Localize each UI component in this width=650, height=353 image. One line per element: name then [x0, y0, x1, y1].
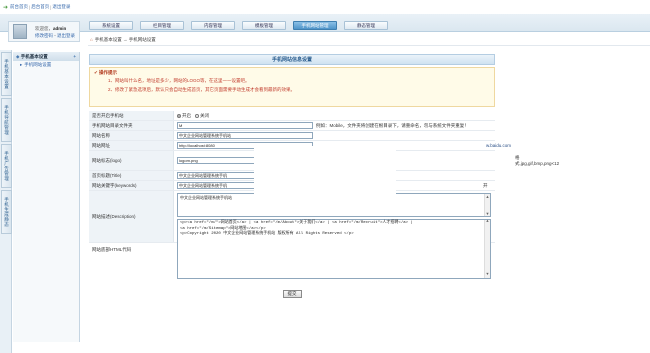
row-folder: 手机网站目录文件夹 M 例如：Mobile，文件夹将创建在根目录下，请重命名，勿…	[89, 121, 495, 131]
admin-home-link[interactable]: 后台首页	[31, 4, 49, 10]
blank-overlay	[254, 146, 396, 202]
submit-button[interactable]: 提交	[282, 290, 302, 298]
row-enable-mobile: 是否开启手机站 开启 关闭	[89, 111, 495, 121]
separator: -	[54, 32, 56, 38]
field-label: 手机网站目录文件夹	[89, 121, 174, 130]
separator: |	[50, 4, 52, 10]
sidebar-item-label: 手机网站设置	[24, 62, 52, 67]
expand-icon[interactable]: +	[73, 54, 76, 59]
welcome-text: 欢迎您，	[35, 25, 53, 31]
user-info: 欢迎您，admin 修改密码 - 退出登录	[35, 25, 75, 39]
notice-line: 2、修改了紧急选项后，默认只会自动生成首页，其它页面需要手动生成才会看到最新的效…	[108, 86, 295, 92]
scrollbar[interactable]: ▲ ▼	[484, 220, 490, 278]
frontend-home-link[interactable]: 前台首页	[10, 4, 28, 10]
bullet-icon: ▸	[20, 62, 23, 67]
notice-title: 操作提示	[99, 70, 118, 75]
main-tabs: 系统设置 栏目管理 内容管理 模板管理 手机网站管理 静态管理	[89, 21, 395, 30]
tab-template-management[interactable]: 模板管理	[242, 21, 286, 30]
field-label: 网站关键字(keywords)	[89, 181, 174, 190]
user-box: 欢迎您，admin 修改密码 - 退出登录	[8, 21, 80, 42]
top-bar: ➜ 前台首页 | 后台首页 | 退出登录	[0, 0, 650, 14]
sidebar-item-mobile-site-settings[interactable]: ▸ 手机网站设置	[13, 61, 79, 69]
submenu-header[interactable]: ◆ 手机基本设置 +	[13, 52, 79, 61]
tab-mobile-site-management[interactable]: 手机网站管理	[293, 21, 337, 30]
diamond-icon: ◆	[16, 53, 20, 59]
submenu-header-label: 手机基本设置	[20, 53, 48, 59]
field-label: 是否开启手机站	[89, 111, 174, 120]
footer-html-textarea[interactable]: <p><a href="/m/">网站首页</a> | <a href="/m/…	[177, 219, 491, 279]
avatar	[13, 24, 27, 39]
left-vertical-nav: 手机基本设置 手机导航管理 手机广告管理 手机生成静态	[0, 50, 12, 353]
keywords-hint: 开	[483, 182, 488, 188]
scroll-down-icon[interactable]: ▼	[486, 211, 490, 217]
change-password-link[interactable]: 修改密码	[35, 33, 53, 38]
footer-code-line: <p>Copyright 2020 中文企业网站管理系统手机站 版权所有 All…	[180, 232, 354, 236]
tab-content-management[interactable]: 内容管理	[191, 21, 235, 30]
logout-link[interactable]: 退出登录	[52, 4, 70, 10]
radio-label: 关闭	[200, 112, 209, 118]
vnav-mobile-ad-management[interactable]: 手机广告管理	[1, 144, 12, 188]
row-site-name: 网站名称 中文企业网站管理系统手机站	[89, 131, 495, 141]
notice-box: ✔ 操作提示 1、网站叫什么名，地址是多少，网站的LOGO等，在这里一一设置吧。…	[89, 67, 495, 107]
sidebar-submenu: ◆ 手机基本设置 + ▸ 手机网站设置	[13, 52, 80, 342]
breadcrumb: ⌂ 手机基本设置 → 手机网站设置	[88, 34, 650, 46]
field-label: 首页标题(Title)	[89, 171, 174, 180]
folder-input[interactable]: M	[177, 122, 313, 129]
breadcrumb-text: 手机基本设置 → 手机网站设置	[94, 36, 156, 42]
logo-hint: 格式.jpg,gif,bmp,png<12	[515, 154, 560, 166]
notice-line: 1、网站叫什么名，地址是多少，网站的LOGO等，在这里一一设置吧。	[108, 78, 250, 83]
field-label: 网站标志(logo)	[89, 151, 174, 170]
vnav-mobile-static-generation[interactable]: 手机生成静态	[1, 190, 12, 234]
submit-area: 提交	[89, 287, 495, 301]
tab-static-management[interactable]: 静态管理	[344, 21, 388, 30]
username: admin	[53, 25, 67, 31]
scroll-up-icon[interactable]: ▲	[486, 220, 488, 226]
vnav-mobile-basic-settings[interactable]: 手机基本设置	[1, 52, 12, 96]
radio-enable-on[interactable]	[177, 113, 181, 118]
row-footer-html: 网站底部HTML代码 <p><a href="/m/">网站首页</a> | <…	[89, 217, 495, 283]
folder-hint: 例如：Mobile，文件夹将创建在根目录下，请重命名，勿与系统文件夹重复！	[316, 122, 469, 128]
form-title: 手机网站信息设置	[89, 54, 495, 65]
field-label: 网站名称	[89, 131, 174, 140]
scroll-down-icon[interactable]: ▼	[486, 273, 488, 279]
field-label: 网站网址	[89, 141, 174, 150]
scroll-up-icon[interactable]: ▲	[486, 194, 490, 200]
site-name-input[interactable]: 中文企业网站管理系统手机站	[177, 132, 313, 139]
vnav-mobile-nav-management[interactable]: 手机导航管理	[1, 98, 12, 142]
tab-column-management[interactable]: 栏目管理	[140, 21, 184, 30]
url-hint: w.baidu.com	[486, 143, 512, 148]
user-logout-link[interactable]: 退出登录	[57, 33, 75, 38]
separator: |	[29, 4, 31, 10]
tab-system-settings[interactable]: 系统设置	[89, 21, 133, 30]
home-icon: ⌂	[90, 37, 93, 42]
radio-enable-off[interactable]	[195, 113, 199, 118]
radio-label: 开启	[182, 112, 191, 118]
description-text: 中文企业网站管理系统手机站	[180, 195, 232, 200]
check-icon: ✔	[94, 70, 98, 75]
home-arrow-icon: ➜	[3, 4, 9, 11]
scrollbar[interactable]: ▲ ▼	[484, 194, 490, 216]
